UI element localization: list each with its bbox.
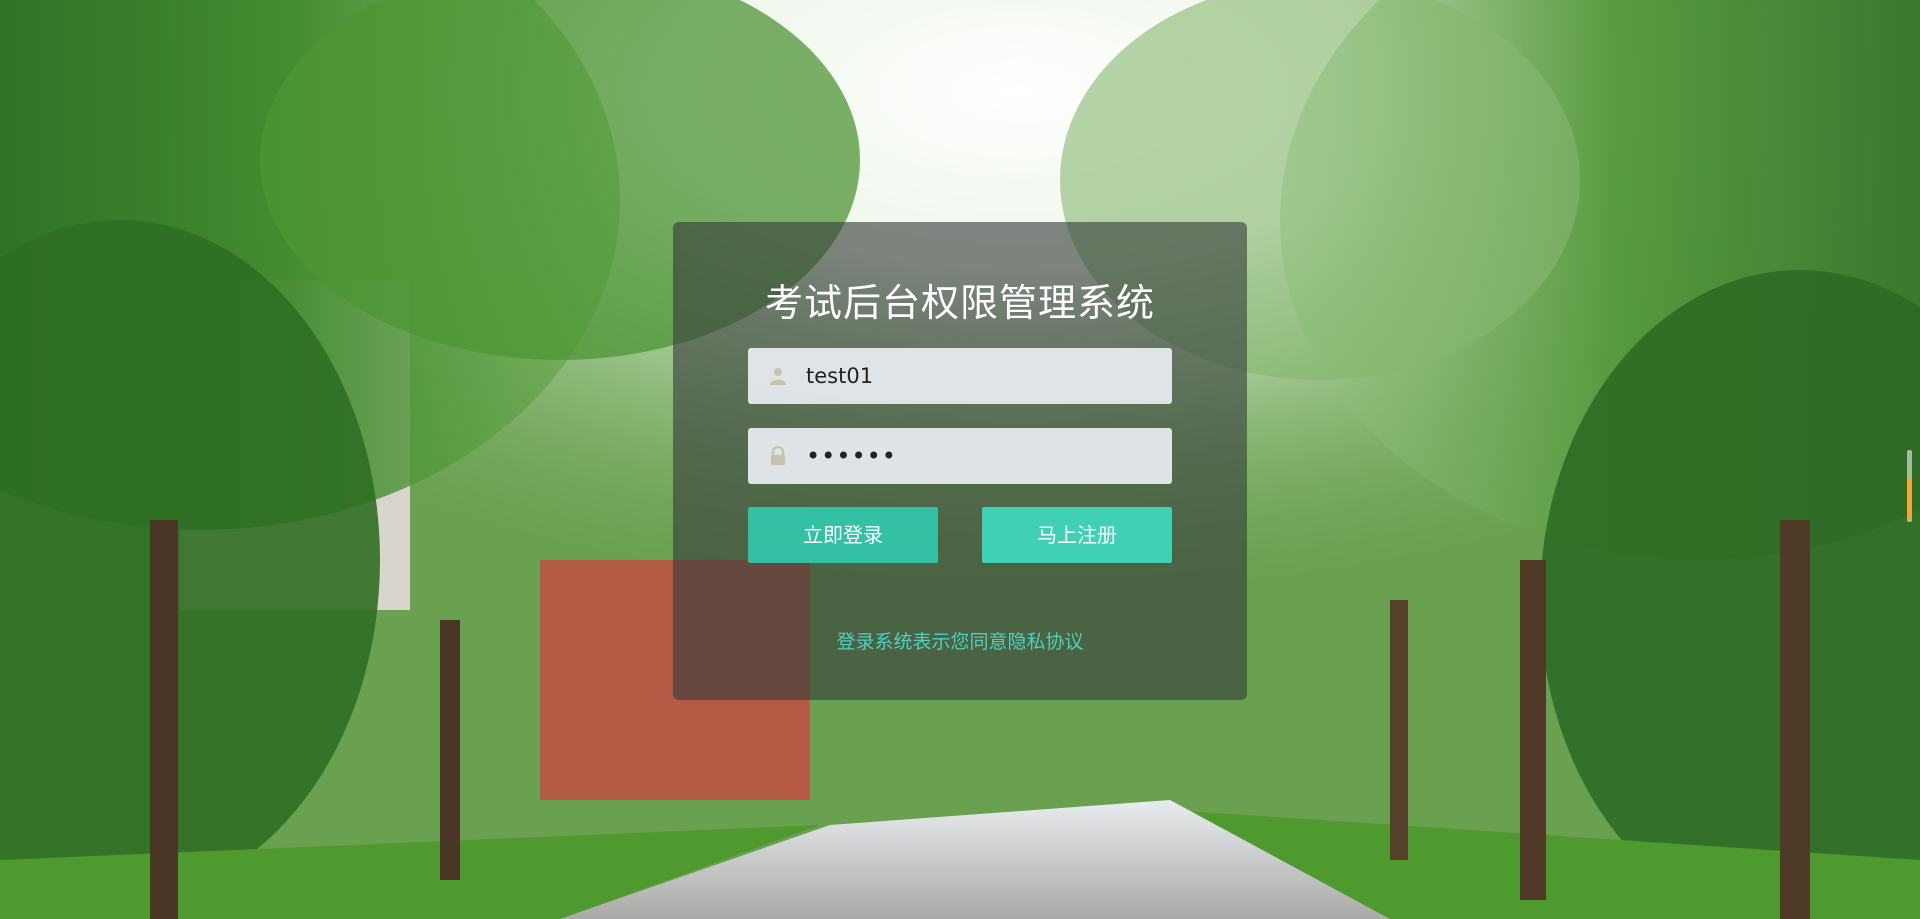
login-card: 考试后台权限管理系统 test01 •••••• 立即登录 马上注册 登录系统表… <box>673 222 1247 700</box>
lock-icon <box>768 445 788 466</box>
username-input[interactable]: test01 <box>806 348 873 404</box>
scrollbar[interactable] <box>1907 450 1912 522</box>
password-input[interactable]: •••••• <box>806 428 897 484</box>
register-button[interactable]: 马上注册 <box>982 507 1172 563</box>
password-field[interactable]: •••••• <box>748 428 1172 484</box>
username-field[interactable]: test01 <box>748 348 1172 404</box>
login-button[interactable]: 立即登录 <box>748 507 938 563</box>
user-icon <box>768 366 788 386</box>
privacy-agreement-link[interactable]: 登录系统表示您同意隐私协议 <box>673 627 1247 654</box>
scrollbar-thumb[interactable] <box>1907 478 1912 520</box>
page-title: 考试后台权限管理系统 <box>764 281 1155 325</box>
